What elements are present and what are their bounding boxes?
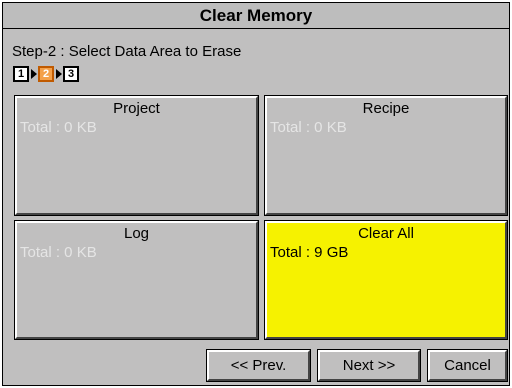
step-1-indicator: 1	[13, 66, 29, 82]
clear-memory-dialog: Clear Memory Step-2 : Select Data Area t…	[2, 2, 510, 386]
tile-title: Clear All	[358, 225, 414, 242]
step-2-indicator: 2	[38, 66, 54, 82]
tile-total: Total : 0 KB	[20, 244, 97, 261]
log-area-tile[interactable]: Log Total : 0 KB	[14, 220, 259, 340]
step-arrow-icon	[56, 69, 62, 79]
step-label: Step-2 : Select Data Area to Erase	[12, 43, 242, 60]
tile-title: Log	[123, 225, 150, 242]
tile-total: Total : 9 GB	[270, 244, 349, 261]
cancel-button[interactable]: Cancel	[427, 349, 508, 382]
tile-title: Recipe	[362, 100, 410, 117]
dialog-title: Clear Memory	[3, 3, 509, 29]
recipe-area-tile[interactable]: Recipe Total : 0 KB	[264, 95, 508, 216]
next-button[interactable]: Next >>	[317, 349, 421, 382]
tile-total: Total : 0 KB	[270, 119, 347, 136]
tile-total: Total : 0 KB	[20, 119, 97, 136]
step-arrow-icon	[31, 69, 37, 79]
prev-button[interactable]: << Prev.	[206, 349, 311, 382]
clear-all-tile[interactable]: Clear All Total : 9 GB	[264, 220, 508, 340]
tile-title: Project	[113, 100, 160, 117]
project-area-tile[interactable]: Project Total : 0 KB	[14, 95, 259, 216]
step-3-indicator: 3	[63, 66, 79, 82]
